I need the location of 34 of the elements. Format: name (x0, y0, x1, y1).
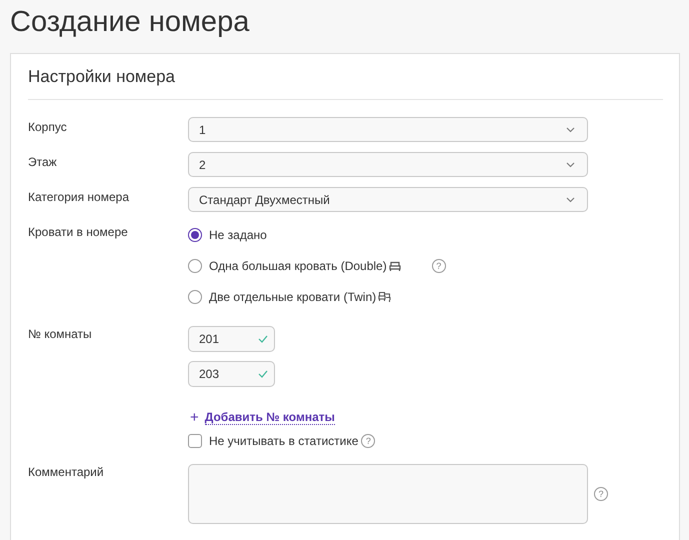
radio-label: Две отдельные кровати (Twin) (209, 290, 376, 304)
room-number-field[interactable]: 201 (188, 326, 275, 352)
field-label: № комнаты (28, 326, 93, 343)
section-title: Настройки номера (28, 66, 176, 88)
bed-icon (388, 260, 401, 270)
twin-beds-icon (378, 291, 392, 302)
radio-button[interactable] (188, 228, 202, 242)
field-label: Корпус (28, 119, 68, 136)
field-label: Категория номера (28, 189, 130, 206)
room-number-field[interactable]: 203 (188, 361, 275, 387)
help-icon[interactable]: ? (594, 487, 608, 501)
plus-icon: + (190, 408, 199, 426)
radio-button[interactable] (188, 290, 202, 304)
dropdown[interactable]: 2 (188, 152, 588, 177)
help-icon[interactable]: ? (432, 258, 446, 272)
checkbox[interactable] (188, 434, 202, 448)
dropdown[interactable]: Стандарт Двухместный (188, 187, 588, 212)
field-label: Этаж (28, 154, 58, 171)
add-room-link[interactable]: Добавить № комнаты (204, 410, 335, 424)
chevron-down-icon (566, 196, 575, 202)
field-label: Комментарий (28, 464, 105, 481)
chevron-down-icon (566, 126, 575, 132)
radio-button[interactable] (188, 258, 202, 272)
dropdown[interactable]: 1 (188, 117, 588, 142)
checkbox-label: Не учитывать в статистике (209, 434, 358, 448)
radio-label: Одна большая кровать (Double) (209, 258, 387, 272)
comment-field[interactable] (188, 464, 588, 524)
check-icon (258, 335, 268, 343)
field-label: Кровати в номере (28, 224, 129, 241)
chevron-down-icon (566, 162, 575, 168)
check-icon (258, 370, 268, 378)
radio-label: Не задано (209, 228, 267, 242)
page-title: Создание номера (10, 5, 250, 40)
help-icon[interactable]: ? (361, 434, 376, 448)
